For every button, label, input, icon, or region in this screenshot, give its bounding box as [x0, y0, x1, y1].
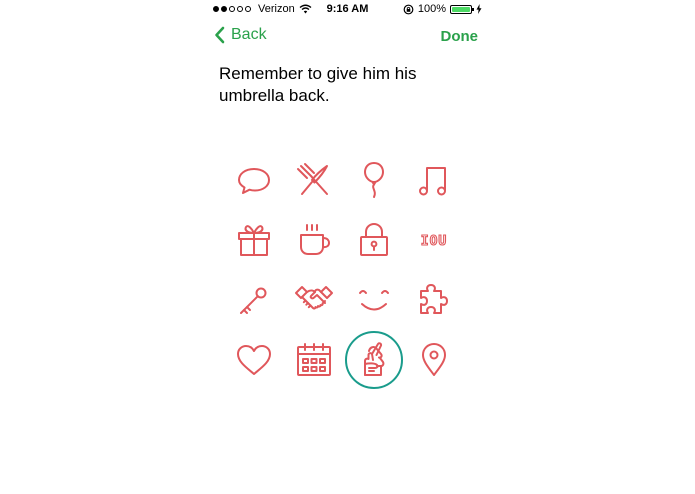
back-button[interactable]: Back [214, 26, 267, 44]
icon-option-smile[interactable] [344, 270, 404, 330]
fingers-crossed-icon [364, 342, 385, 376]
icon-option-balloon[interactable] [344, 150, 404, 210]
icon-option-puzzle[interactable] [404, 270, 464, 330]
heart-icon [237, 345, 271, 375]
icon-option-iou[interactable]: IOU [404, 210, 464, 270]
icon-option-chat[interactable] [224, 150, 284, 210]
icon-option-lock[interactable] [344, 210, 404, 270]
calendar-icon [297, 343, 331, 376]
back-label: Back [231, 26, 267, 43]
balloon-icon [364, 162, 384, 198]
icon-option-location[interactable] [404, 330, 464, 390]
charging-icon [476, 4, 482, 14]
rotation-lock-icon [403, 4, 414, 14]
navigation-bar: Back Done [200, 22, 495, 52]
battery-percent: 100% [417, 3, 446, 15]
puzzle-icon [420, 284, 448, 314]
iou-icon: IOU [420, 233, 447, 249]
location-pin-icon [422, 343, 446, 376]
svg-text:IOU: IOU [421, 234, 447, 249]
phone-screen: Verizon 9:16 AM 100% Back Done Remember … [200, 0, 495, 494]
battery-icon [450, 4, 474, 14]
status-bar: Verizon 9:16 AM 100% [200, 0, 495, 18]
key-icon [240, 287, 267, 314]
status-right: 100% [403, 3, 482, 15]
chevron-left-icon [215, 26, 225, 44]
icon-option-music[interactable] [404, 150, 464, 210]
icon-option-calendar[interactable] [284, 330, 344, 390]
icon-picker-grid: IOU [224, 150, 484, 390]
icon-option-heart[interactable] [224, 330, 284, 390]
gift-icon [238, 225, 270, 256]
icon-option-gift[interactable] [224, 210, 284, 270]
note-text[interactable]: Remember to give him his umbrella back. [219, 63, 469, 107]
icon-option-key[interactable] [224, 270, 284, 330]
coffee-mug-icon [300, 224, 330, 255]
icon-option-food[interactable] [284, 150, 344, 210]
icon-option-fingers-crossed[interactable] [344, 330, 404, 390]
lock-icon [360, 223, 388, 256]
done-button[interactable]: Done [441, 28, 479, 45]
icon-option-coffee[interactable] [284, 210, 344, 270]
smile-icon [359, 290, 389, 311]
icon-option-handshake[interactable] [284, 270, 344, 330]
chat-bubble-icon [238, 168, 270, 194]
music-note-icon [419, 167, 446, 196]
fork-knife-icon [297, 163, 328, 195]
handshake-icon [295, 286, 333, 310]
